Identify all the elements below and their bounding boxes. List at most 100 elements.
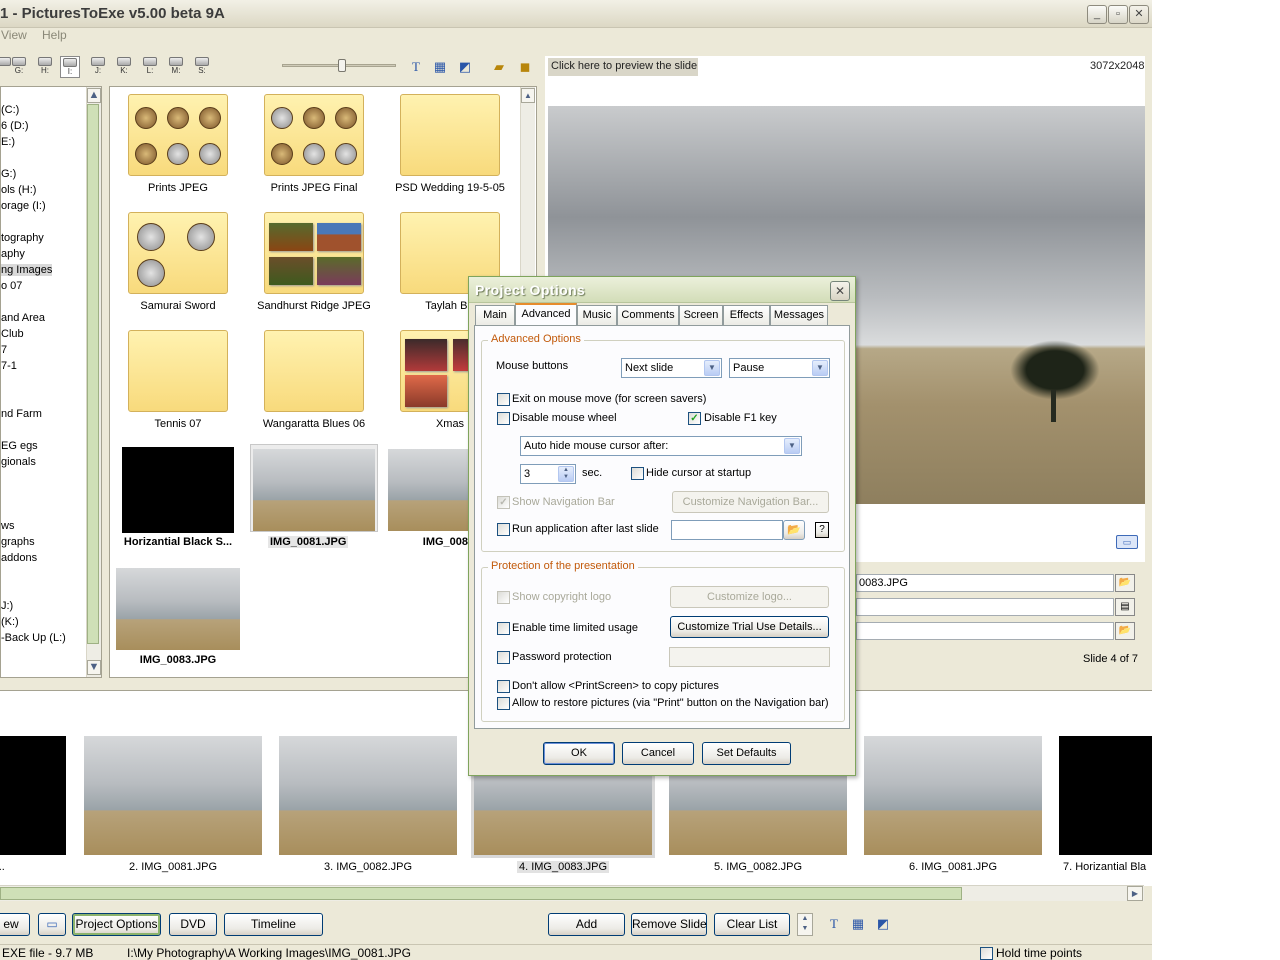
slide-sound-field[interactable] xyxy=(856,622,1114,640)
drive-button-l[interactable]: L: xyxy=(140,56,160,78)
tree-item[interactable]: G:) xyxy=(1,168,16,180)
tree-item[interactable]: aphy xyxy=(1,248,25,260)
text-icon[interactable]: T xyxy=(407,58,425,76)
grid-view-icon[interactable]: ▦ xyxy=(849,915,867,933)
drive-button-g[interactable]: G: xyxy=(9,56,29,78)
customize-logo-button[interactable]: Customize logo... xyxy=(670,586,829,608)
drive-button-j[interactable]: J: xyxy=(88,56,108,78)
folder-item[interactable]: Samurai Sword xyxy=(110,205,246,323)
slide-thumb[interactable]: 7. Horizantial Bla xyxy=(1059,736,1152,873)
run-app-path-field[interactable] xyxy=(671,520,783,540)
browse-folder-icon[interactable]: 📂 xyxy=(783,520,805,540)
customize-trial-button[interactable]: Customize Trial Use Details... xyxy=(670,616,829,638)
tree-item[interactable]: orage (I:) xyxy=(1,200,46,212)
image-item[interactable]: Horizantial Black S... xyxy=(110,441,246,559)
drive-button-k[interactable]: K: xyxy=(114,56,134,78)
drive-button-m[interactable]: M: xyxy=(166,56,186,78)
mouse-right-select[interactable]: Pause ▼ xyxy=(729,358,830,378)
project-options-button[interactable]: Project Options xyxy=(72,913,161,936)
scroll-up-icon[interactable]: ▲ xyxy=(521,88,535,103)
help-icon[interactable]: ? xyxy=(815,522,829,538)
drive-button-h[interactable]: H: xyxy=(35,56,55,78)
maximize-button[interactable]: ▫ xyxy=(1108,5,1128,24)
folder-item[interactable]: PSD Wedding 19-5-05 xyxy=(382,87,518,205)
password-checkbox[interactable] xyxy=(497,651,510,664)
slide-thumb[interactable]: 6. IMG_0081.JPG xyxy=(864,736,1042,873)
mouse-left-select[interactable]: Next slide ▼ xyxy=(621,358,722,378)
run-app-checkbox[interactable] xyxy=(497,523,510,536)
tree-item[interactable]: and Area xyxy=(1,312,45,324)
scroll-thumb[interactable] xyxy=(87,104,99,644)
password-field[interactable] xyxy=(669,647,830,667)
restore-pictures-checkbox[interactable] xyxy=(497,697,510,710)
image-item-selected[interactable]: IMG_0081.JPG xyxy=(246,441,382,559)
text-icon[interactable]: T xyxy=(825,915,843,933)
tree-item[interactable]: tography xyxy=(1,232,44,244)
slider-thumb[interactable] xyxy=(338,59,346,72)
scroll-right-icon[interactable]: ▶ xyxy=(1127,886,1143,901)
tree-item-selected[interactable]: ng Images xyxy=(1,264,53,276)
tree-item[interactable]: J:) xyxy=(1,600,13,612)
time-limited-checkbox[interactable] xyxy=(497,622,510,635)
tab-comments[interactable]: Comments xyxy=(617,305,679,325)
open-folder-icon[interactable]: ▰ xyxy=(490,58,508,76)
printscreen-checkbox[interactable] xyxy=(497,680,510,693)
drive-button-s[interactable]: S: xyxy=(192,56,212,78)
strip-scroll-thumb[interactable] xyxy=(0,887,962,900)
browse-folder-icon[interactable]: 📂 xyxy=(1115,574,1135,592)
image-item[interactable]: IMG_0083.JPG xyxy=(110,559,246,677)
folder-up-icon[interactable]: ◼ xyxy=(516,58,534,76)
tree-item[interactable]: ols (H:) xyxy=(1,184,36,196)
tree-item[interactable]: (K:) xyxy=(1,616,19,628)
set-defaults-button[interactable]: Set Defaults xyxy=(702,742,791,765)
slide-thumb[interactable]: de for Intr... xyxy=(0,736,66,873)
slideshow-icon[interactable]: ▭ xyxy=(38,913,66,936)
menu-view[interactable]: View xyxy=(1,28,27,42)
slideshow-icon[interactable]: ▭ xyxy=(1116,535,1138,549)
slide-thumb[interactable]: 2. IMG_0081.JPG xyxy=(84,736,262,873)
tree-item[interactable]: -Back Up (L:) xyxy=(1,632,66,644)
add-button[interactable]: Add xyxy=(548,913,625,936)
close-button[interactable]: ✕ xyxy=(1129,5,1149,24)
tab-effects[interactable]: Effects xyxy=(723,305,770,325)
ok-button[interactable]: OK xyxy=(543,742,615,765)
grid-view-icon[interactable]: ▦ xyxy=(431,58,449,76)
tab-main[interactable]: Main xyxy=(475,305,515,325)
preview-header[interactable]: Click here to preview the slide xyxy=(548,58,698,76)
tree-item[interactable]: EG egs xyxy=(1,440,38,452)
tree-item[interactable]: E:) xyxy=(1,136,15,148)
reorder-spinner[interactable]: ▲ ▼ xyxy=(797,913,813,936)
slide-thumb[interactable]: 3. IMG_0082.JPG xyxy=(279,736,457,873)
drive-button-i[interactable]: I: xyxy=(60,56,80,78)
hold-time-checkbox[interactable] xyxy=(980,947,993,960)
folder-item[interactable]: Prints JPEG xyxy=(110,87,246,205)
slide-file-field[interactable]: 0083.JPG xyxy=(856,574,1114,592)
clear-list-button[interactable]: Clear List xyxy=(714,913,790,936)
tree-item[interactable]: 7-1 xyxy=(1,360,17,372)
window-icon[interactable]: ◩ xyxy=(456,58,474,76)
tree-item[interactable]: ws xyxy=(1,520,14,532)
tree-item[interactable]: Club xyxy=(1,328,24,340)
tree-item[interactable]: 6 (D:) xyxy=(1,120,29,132)
window-icon[interactable]: ◩ xyxy=(874,915,892,933)
tree-item[interactable]: o 07 xyxy=(1,280,22,292)
seconds-spinner[interactable]: 3 ▲ ▼ xyxy=(520,464,576,484)
tree-item[interactable]: gionals xyxy=(1,456,36,468)
customize-nav-button[interactable]: Customize Navigation Bar... xyxy=(672,491,829,513)
dvd-button[interactable]: DVD xyxy=(169,913,217,936)
scroll-down-icon[interactable]: ▼ xyxy=(87,660,101,675)
hide-cursor-startup-checkbox[interactable] xyxy=(631,467,644,480)
show-nav-bar-checkbox[interactable]: ✓ xyxy=(497,496,510,509)
tree-item[interactable]: (C:) xyxy=(1,104,19,116)
timeline-button[interactable]: Timeline xyxy=(224,913,323,936)
remove-slide-button[interactable]: Remove Slide xyxy=(631,913,707,936)
document-icon[interactable]: ▤ xyxy=(1115,598,1135,616)
cancel-button[interactable]: Cancel xyxy=(622,742,694,765)
folder-item[interactable]: Prints JPEG Final xyxy=(246,87,382,205)
disable-f1-checkbox[interactable]: ✓ xyxy=(688,412,701,425)
tree-item[interactable]: graphs xyxy=(1,536,35,548)
tree-item[interactable]: nd Farm xyxy=(1,408,42,420)
folder-item[interactable]: Sandhurst Ridge JPEG xyxy=(246,205,382,323)
tab-screen[interactable]: Screen xyxy=(679,305,723,325)
folder-item[interactable]: Tennis 07 xyxy=(110,323,246,441)
